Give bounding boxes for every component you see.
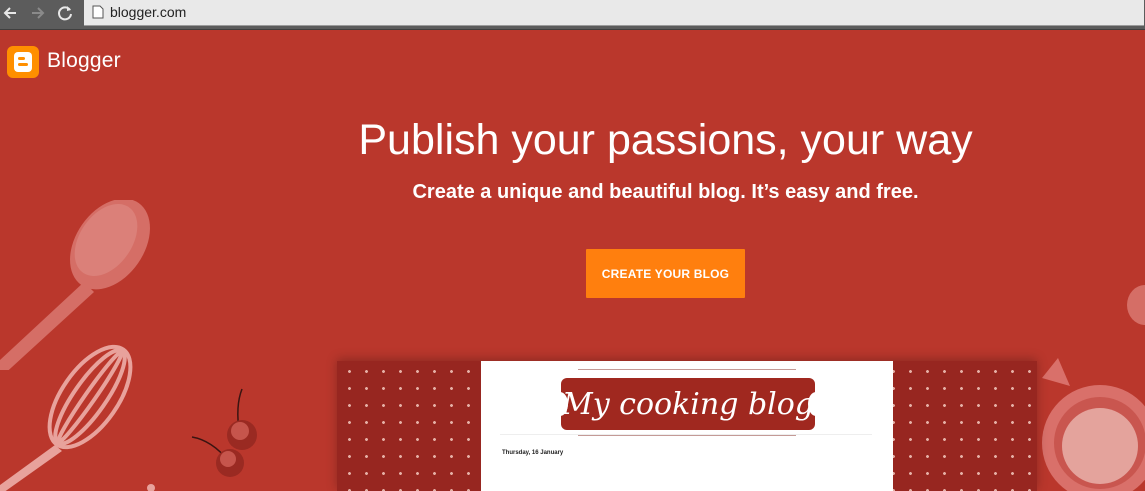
back-icon[interactable] bbox=[0, 2, 22, 24]
preview-divider bbox=[500, 434, 872, 435]
hero-subheadline: Create a unique and beautiful blog. It’s… bbox=[412, 181, 919, 203]
brand-name[interactable]: Blogger bbox=[47, 49, 121, 73]
url-text: blogger.com bbox=[110, 4, 187, 20]
spoon-edge-illustration bbox=[1127, 285, 1145, 325]
post-date: Thursday, 16 January bbox=[502, 450, 564, 456]
reload-icon[interactable] bbox=[54, 2, 76, 24]
page-icon bbox=[92, 5, 104, 19]
browser-toolbar: blogger.com bbox=[0, 0, 1145, 30]
preview-bottom-rule bbox=[578, 435, 796, 436]
preview-top-rule bbox=[578, 369, 796, 370]
whisk-illustration bbox=[0, 344, 133, 491]
blog-title: My cooking blog bbox=[561, 386, 815, 422]
crumb-dot bbox=[147, 484, 155, 491]
create-blog-button[interactable]: CREATE YOUR BLOG bbox=[586, 249, 745, 298]
blog-title-banner: My cooking blog bbox=[552, 378, 824, 430]
pitcher-illustration bbox=[1042, 358, 1145, 491]
forward-icon[interactable] bbox=[27, 2, 49, 24]
address-bar[interactable]: blogger.com bbox=[84, 0, 1144, 26]
blogger-logo-icon[interactable] bbox=[7, 46, 39, 78]
hero-headline: Publish your passions, your way bbox=[358, 116, 973, 164]
cherries-illustration bbox=[191, 388, 257, 477]
